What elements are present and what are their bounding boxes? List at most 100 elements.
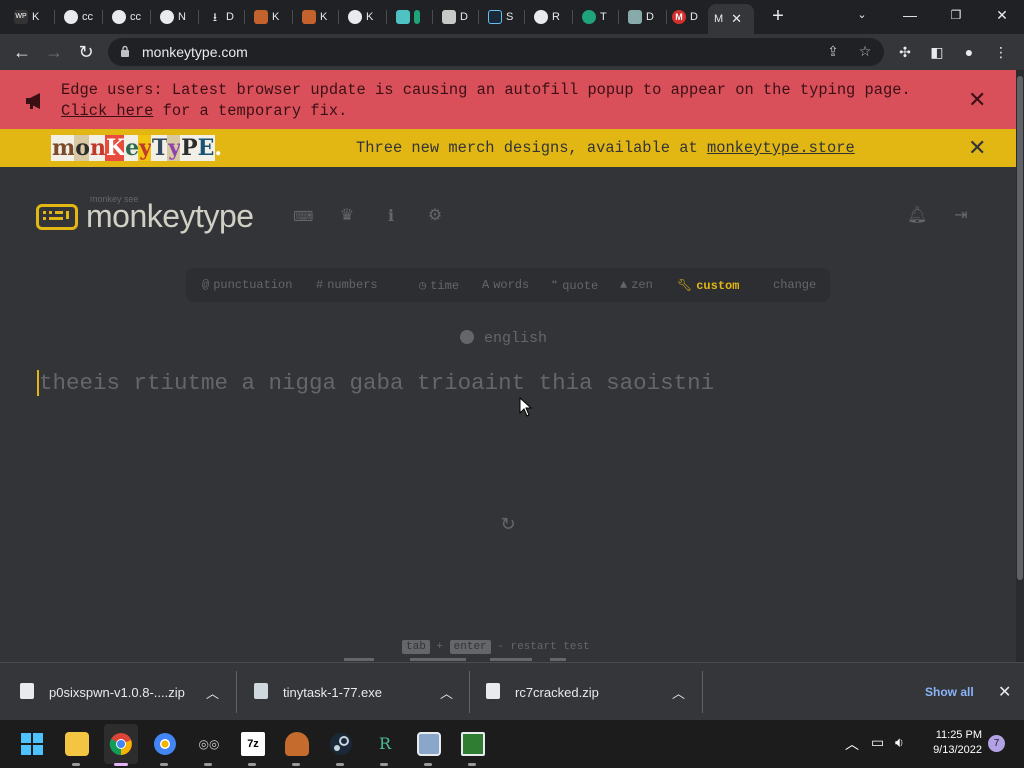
tab-item[interactable]: R [528,6,560,28]
close-edge-banner-icon[interactable]: ✕ [968,89,986,111]
bookmark-star-icon[interactable]: ☆ [856,43,874,61]
language-label: english [484,330,548,347]
tab-item[interactable] [390,6,420,28]
tab-search-chevron-icon[interactable]: ⌄ [848,4,876,26]
about-info-icon[interactable]: i [381,206,401,226]
chrome-beta-icon[interactable] [153,732,177,756]
download-item[interactable]: tinytask-1-77.exe ︿ [254,663,469,721]
tab-item[interactable]: T [576,6,607,28]
app-chart-icon[interactable] [461,732,485,756]
minimize-button[interactable]: — [896,4,924,26]
tab-item[interactable]: cc [58,6,93,28]
monkeytype-page: Edge users: Latest browser update is cau… [0,70,1016,662]
mode-quote[interactable]: ❝ quote [551,278,598,293]
merch-banner: monKeyTyPE. Three new merch designs, ava… [0,129,1016,167]
mode-words[interactable]: Awords [482,278,529,292]
vr-headset-icon[interactable]: ◎◎ [197,732,221,756]
7zip-icon[interactable]: 7z [241,732,265,756]
tab-item[interactable]: WP K [8,6,39,28]
forward-arrow-icon[interactable]: → [42,40,66,64]
tab-item[interactable]: S [482,6,513,28]
close-tab-icon[interactable]: ✕ [731,11,742,27]
tab-favicon-icon [396,10,410,24]
steam-icon[interactable] [329,732,353,756]
back-arrow-icon[interactable]: ← [10,40,34,64]
merch-store-link[interactable]: monkeytype.store [707,139,855,157]
lock-icon[interactable] [120,45,130,57]
network-icon[interactable]: ▭ [871,734,884,751]
share-icon[interactable]: ⇪ [824,43,842,61]
windows-start-icon[interactable] [20,732,44,756]
close-downloads-icon[interactable]: ✕ [998,682,1011,702]
restart-test-icon[interactable]: ↻ [498,514,518,534]
extensions-puzzle-icon[interactable]: ✣ [896,44,914,62]
tab-active-monkeytype[interactable]: M ✕ [708,4,754,34]
close-window-button[interactable]: ✕ [988,4,1016,26]
tab-item[interactable]: MD [666,6,698,28]
volume-speaker-icon[interactable]: 🔉︎ [895,734,904,751]
show-hidden-icons-chevron[interactable]: ︿ [845,734,859,754]
mode-custom[interactable]: 🔧︎ custom [677,278,739,293]
merch-text: Three new merch designs, available at [356,139,707,157]
tab-favicon-icon: M [672,10,686,24]
side-panel-icon[interactable]: ◧ [928,44,946,62]
tab-item[interactable]: K [248,6,279,28]
download-item[interactable]: rc7cracked.zip ︿ [486,663,701,721]
notifications-bell-icon[interactable]: 🔔︎ [907,206,927,226]
clock-time: 11:25 PM [935,729,982,741]
keyboard-icon[interactable]: ⌨ [293,206,313,226]
test-config-bar: @ punctuation # numbers ◷ time Awords ❝ quot… [186,268,830,302]
tab-item[interactable]: D [436,6,468,28]
tab-item[interactable]: D [622,6,654,28]
mode-time[interactable]: ◷ time [419,278,459,293]
app-window-icon[interactable] [417,732,441,756]
download-item[interactable]: p0sixspwn-v1.0.8-....zip ︿ [20,663,235,721]
tab-favicon-icon [442,10,456,24]
tab-label: D [646,11,654,23]
login-icon[interactable]: ⇥ [951,206,971,226]
tab-item[interactable]: K [296,6,327,28]
punctuation-toggle[interactable]: @ punctuation [202,278,292,292]
language-button[interactable]: english [460,330,547,347]
edge-notice-link[interactable]: Click here [61,102,153,120]
taskbar-active-indicator [114,763,128,766]
clock-date: 9/13/2022 [933,744,982,756]
menu-kebab-icon[interactable]: ⋮ [992,44,1010,62]
restore-button[interactable]: ❐ [942,4,970,26]
tab-item[interactable]: ⭳ D [202,6,234,28]
app-fox-icon[interactable] [285,732,309,756]
tab-divider [102,10,103,24]
url-text: monkeytype.com [142,44,248,60]
reload-icon[interactable]: ↻ [74,40,98,64]
tab-item[interactable]: K [342,6,373,28]
new-tab-button[interactable]: + [768,6,788,26]
notification-badge[interactable]: 7 [988,735,1005,752]
system-clock[interactable]: 11:25 PM 9/13/2022 [920,728,982,758]
tab-divider [478,10,479,24]
file-explorer-icon[interactable] [65,732,89,756]
test-words[interactable]: theeis rtiutme a nigga gaba trioaint thi… [39,370,714,396]
numbers-toggle[interactable]: # numbers [316,278,378,292]
download-menu-chevron-icon[interactable]: ︿ [440,683,453,702]
settings-gear-icon[interactable]: ⚙ [425,206,445,226]
tab-label: cc [130,11,141,23]
edge-notice-text: Edge users: Latest browser update is cau… [61,80,951,122]
show-all-downloads-link[interactable]: Show all [925,685,974,699]
app-r-icon[interactable]: R [373,732,397,756]
address-bar[interactable]: monkeytype.com ⇪ ☆ [108,38,884,66]
chrome-icon[interactable] [109,732,133,756]
mode-zen[interactable]: ▲ zen [620,278,653,292]
tab-item[interactable]: N [154,6,186,28]
download-menu-chevron-icon[interactable]: ︿ [206,683,219,702]
tab-divider [244,10,245,24]
close-merch-banner-icon[interactable]: ✕ [968,137,986,159]
tab-item[interactable]: cc [106,6,141,28]
custom-change-button[interactable]: change [773,278,816,292]
leaderboard-crown-icon[interactable]: ♛ [337,206,357,226]
edge-notice-suffix: for a temporary fix. [153,102,348,120]
download-menu-chevron-icon[interactable]: ︿ [672,683,685,702]
tab-divider [54,10,55,24]
scrollbar-thumb[interactable] [1017,76,1023,580]
profile-avatar-icon[interactable]: ● [960,44,978,62]
quote-icon: ❝ [551,279,559,293]
